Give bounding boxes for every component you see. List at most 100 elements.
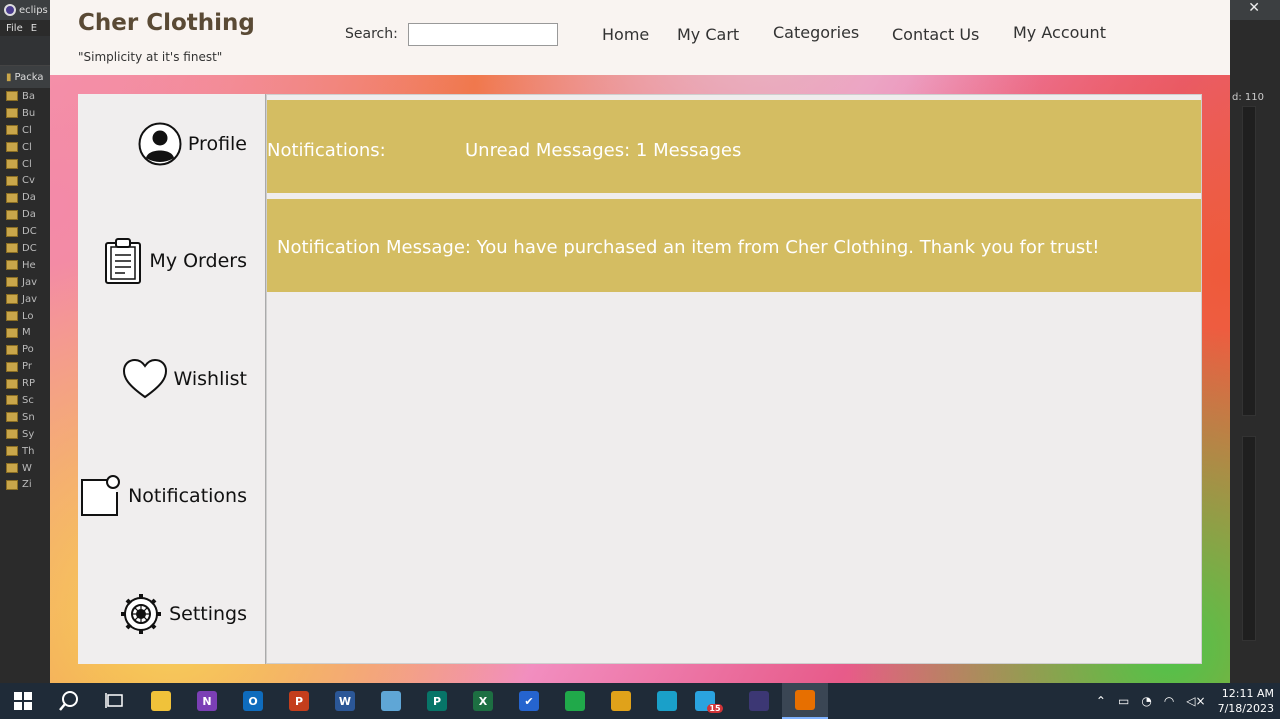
sidebar-item-wishlist-label: Wishlist [173,368,248,390]
project-folder-icon [6,175,18,186]
project-folder-icon [6,395,18,406]
word-icon: W [335,691,355,711]
profile-icon [138,122,182,166]
project-folder-icon [6,277,18,288]
ide-tree-item[interactable]: Zi [0,476,50,493]
ide-tree-item[interactable]: Sc [0,392,50,409]
taskbar-app-publisher[interactable]: P [414,683,460,719]
clock-time: 12:11 AM [1221,687,1274,700]
taskbar-app-todo[interactable]: ✔ [506,683,552,719]
ide-tree-item[interactable]: Pr [0,358,50,375]
taskbar-app-outlook[interactable]: O [230,683,276,719]
wifi-icon[interactable]: ◠ [1164,694,1174,708]
notification-icon [78,474,122,518]
ide-tree-item[interactable]: Sy [0,426,50,443]
taskbar-app-onenote[interactable]: N [184,683,230,719]
ide-tree-item-label: RP [22,378,35,390]
ide-tree-item[interactable]: He [0,257,50,274]
nav-home[interactable]: Home [602,25,649,44]
search-icon[interactable] [46,683,92,719]
taskbar-app-word[interactable]: W [322,683,368,719]
ide-package-tab[interactable]: ▮ Packa [0,66,50,88]
task-view-icon[interactable] [92,683,138,719]
ide-tree-item[interactable]: Jav [0,274,50,291]
ide-tree-item[interactable]: M [0,324,50,341]
windows-start-icon[interactable] [0,683,46,719]
sidebar-item-profile[interactable]: Profile [138,122,247,166]
sidebar-item-settings[interactable]: Settings [119,592,247,636]
project-folder-icon [6,159,18,169]
ide-tree-item[interactable]: Th [0,443,50,460]
ide-scrollbar[interactable] [1242,106,1256,416]
ide-tree-item-label: DC [22,242,37,254]
todo-icon: ✔ [519,691,539,711]
brand-title[interactable]: Cher Clothing [78,10,255,36]
ide-tree-item-label: Cl [22,124,32,136]
notifications-panel: Notifications: Unread Messages: 1 Messag… [266,94,1202,664]
heart-icon [122,358,168,400]
volume-mute-icon[interactable]: ◁× [1186,694,1205,708]
ide-menu-file[interactable]: File [6,23,23,34]
ide-tree-item[interactable]: W [0,460,50,477]
taskbar-app-excel[interactable]: X [460,683,506,719]
nav-contact-us[interactable]: Contact Us [892,25,979,44]
taskbar-app-telegram[interactable]: 15 [690,683,736,719]
notification-message-card[interactable]: Notification Message: You have purchased… [267,199,1201,292]
ide-tree-item[interactable]: Sn [0,409,50,426]
sidebar-item-notifications[interactable]: Notifications [78,474,247,518]
site-header: Cher Clothing "Simplicity at it's finest… [50,0,1230,75]
network-icon[interactable]: ◔ [1141,694,1151,708]
ide-tree-item[interactable]: DC [0,223,50,240]
sidebar-item-settings-label: Settings [169,603,247,625]
ide-tree-item[interactable]: Da [0,189,50,206]
taskbar-app-eclipse[interactable] [736,683,782,719]
ide-tree-item[interactable]: Jav [0,291,50,308]
taskbar-app-green-app[interactable] [552,683,598,719]
ide-title: eclips [19,4,48,16]
project-folder-icon [6,344,18,355]
clock-date: 7/18/2023 [1217,702,1274,715]
ide-tree-item-label: Th [22,445,35,457]
nav-my-account[interactable]: My Account [1013,23,1106,42]
taskbar-app-chrome[interactable] [598,683,644,719]
ide-tree-item[interactable]: Cl [0,156,50,173]
nav-categories[interactable]: Categories [773,23,859,42]
taskbar-app-file-explorer[interactable] [138,683,184,719]
ide-tree-item[interactable]: Cv [0,172,50,189]
ide-tree-item-label: Sn [22,411,35,423]
notifications-header: Notifications: Unread Messages: 1 Messag… [267,100,1201,193]
publisher-icon: P [427,691,447,711]
sidebar-item-wishlist[interactable]: Wishlist [122,358,248,400]
ide-menu-edit[interactable]: E [31,23,37,34]
ide-scrollbar-lower[interactable] [1242,436,1256,641]
ide-tree-item[interactable]: Bu [0,105,50,122]
ide-tree-item[interactable]: Ba [0,88,50,105]
search-input[interactable] [408,23,558,46]
sidebar-item-my-orders[interactable]: My Orders [103,237,247,285]
ide-tree-item-label: Cv [22,175,35,187]
ide-tree-item[interactable]: DC [0,240,50,257]
ide-tree-item[interactable]: Po [0,341,50,358]
taskbar-app-edge[interactable] [644,683,690,719]
ide-tree-item[interactable]: RP [0,375,50,392]
eclipse-icon [4,4,16,16]
taskbar-app-paint[interactable] [368,683,414,719]
project-folder-icon [6,412,18,423]
clipboard-icon [103,237,143,285]
close-icon[interactable]: ✕ [1230,0,1280,20]
taskbar-app-java[interactable] [782,683,828,719]
ide-tree-item[interactable]: Da [0,206,50,223]
ide-tree-item[interactable]: Cl [0,122,50,139]
unread-messages-count: Unread Messages: 1 Messages [465,140,742,161]
chevron-up-icon[interactable]: ⌃ [1096,694,1106,708]
clock[interactable]: 12:11 AM 7/18/2023 [1218,686,1274,716]
nav-my-cart[interactable]: My Cart [677,25,739,44]
paint-icon [381,691,401,711]
sidebar-item-notifications-label: Notifications [128,485,247,507]
ide-tree-item[interactable]: Cl [0,139,50,156]
taskbar-app-powerpoint[interactable]: P [276,683,322,719]
battery-icon[interactable]: ▭ [1118,694,1129,708]
ide-package-tree: Ba Bu Cl Cl Cl Cv Da Da DC DC He Jav Jav Lo M Po Pr RP Sc S… [0,88,50,493]
ide-tree-item[interactable]: Lo [0,308,50,325]
taskbar-apps: N O P W P X ✔ 15 [138,683,828,719]
